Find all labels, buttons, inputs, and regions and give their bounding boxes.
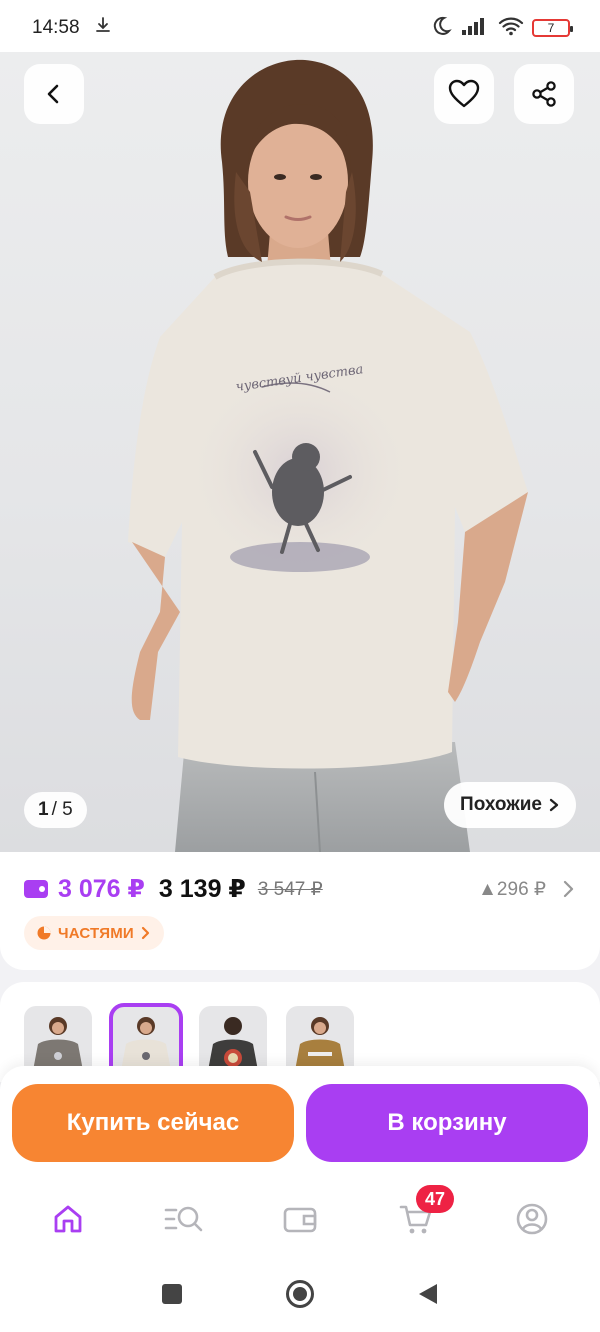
nav-home[interactable] <box>38 1189 98 1249</box>
bottom-navigation: 47 <box>0 1178 600 1260</box>
favorite-button[interactable] <box>434 64 494 124</box>
price-change: ▲296 ₽ <box>478 878 546 900</box>
chevron-left-icon <box>47 84 59 104</box>
triangle-back-icon <box>419 1283 437 1304</box>
chevron-right-icon <box>563 880 574 898</box>
installments-label: ЧАСТЯМИ <box>58 924 134 942</box>
add-to-cart-label: В корзину <box>387 1109 507 1136</box>
square-icon <box>162 1283 182 1304</box>
circle-home-icon <box>286 1279 314 1308</box>
pie-chart-icon <box>37 926 51 940</box>
wifi-icon <box>498 16 524 41</box>
status-bar: 14:58 7 <box>0 0 600 56</box>
similar-items-button[interactable]: Похожие <box>444 782 576 828</box>
similar-items-label: Похожие <box>460 794 542 815</box>
download-icon <box>94 16 112 40</box>
installments-button[interactable]: ЧАСТЯМИ <box>24 916 164 950</box>
system-navigation-bar <box>0 1260 600 1332</box>
wallet-price: 3 076 ₽ <box>58 875 145 903</box>
nav-cart[interactable]: 47 <box>386 1185 454 1249</box>
home-system-button[interactable] <box>285 1279 315 1314</box>
do-not-disturb-moon-icon <box>430 15 452 42</box>
old-price: 3 547 ₽ <box>257 878 323 900</box>
home-icon <box>54 1205 82 1233</box>
purchase-actions: Купить сейчас В корзину <box>0 1066 600 1178</box>
recent-apps-button[interactable] <box>161 1283 183 1310</box>
buy-now-button[interactable]: Купить сейчас <box>12 1084 294 1162</box>
status-time: 14:58 <box>32 17 80 38</box>
heart-icon <box>448 79 480 108</box>
cart-count-badge: 47 <box>416 1185 454 1213</box>
chevron-right-icon <box>549 798 559 812</box>
price-history-link[interactable]: ▲296 ₽ <box>478 878 574 901</box>
chevron-right-icon <box>141 926 149 940</box>
system-back-button[interactable] <box>417 1282 439 1311</box>
image-counter: 1 / 5 <box>24 792 87 828</box>
nav-profile[interactable] <box>502 1189 562 1249</box>
product-image-gallery[interactable]: чувствуй чувства 1 / 5 Похожие <box>0 52 600 852</box>
wallet-icon <box>283 1207 317 1233</box>
profile-icon <box>516 1203 548 1235</box>
share-icon <box>532 81 556 107</box>
wallet-icon <box>24 880 48 898</box>
signal-icon <box>460 16 490 41</box>
image-counter-current: 1 <box>38 799 49 820</box>
back-button[interactable] <box>24 64 84 124</box>
nav-catalog-search[interactable] <box>154 1189 214 1249</box>
price-card: 3 076 ₽ 3 139 ₽ 3 547 ₽ ▲296 ₽ ЧАСТЯМИ <box>0 852 600 970</box>
share-button[interactable] <box>514 64 574 124</box>
product-photo: чувствуй чувства <box>128 59 528 852</box>
nav-wallet[interactable] <box>270 1189 330 1249</box>
product-screen: 14:58 7 чувствуй чувства 1 / 5 Похожие 3… <box>0 0 600 1332</box>
battery-icon: 7 <box>532 19 573 37</box>
battery-level: 7 <box>547 21 555 35</box>
add-to-cart-button[interactable]: В корзину <box>306 1084 588 1162</box>
image-counter-total: / 5 <box>51 799 73 820</box>
catalog-search-icon <box>164 1206 203 1232</box>
price: 3 139 ₽ <box>158 875 246 903</box>
price-row: 3 076 ₽ 3 139 ₽ 3 547 ₽ ▲296 ₽ <box>24 874 574 904</box>
buy-now-label: Купить сейчас <box>66 1109 240 1136</box>
